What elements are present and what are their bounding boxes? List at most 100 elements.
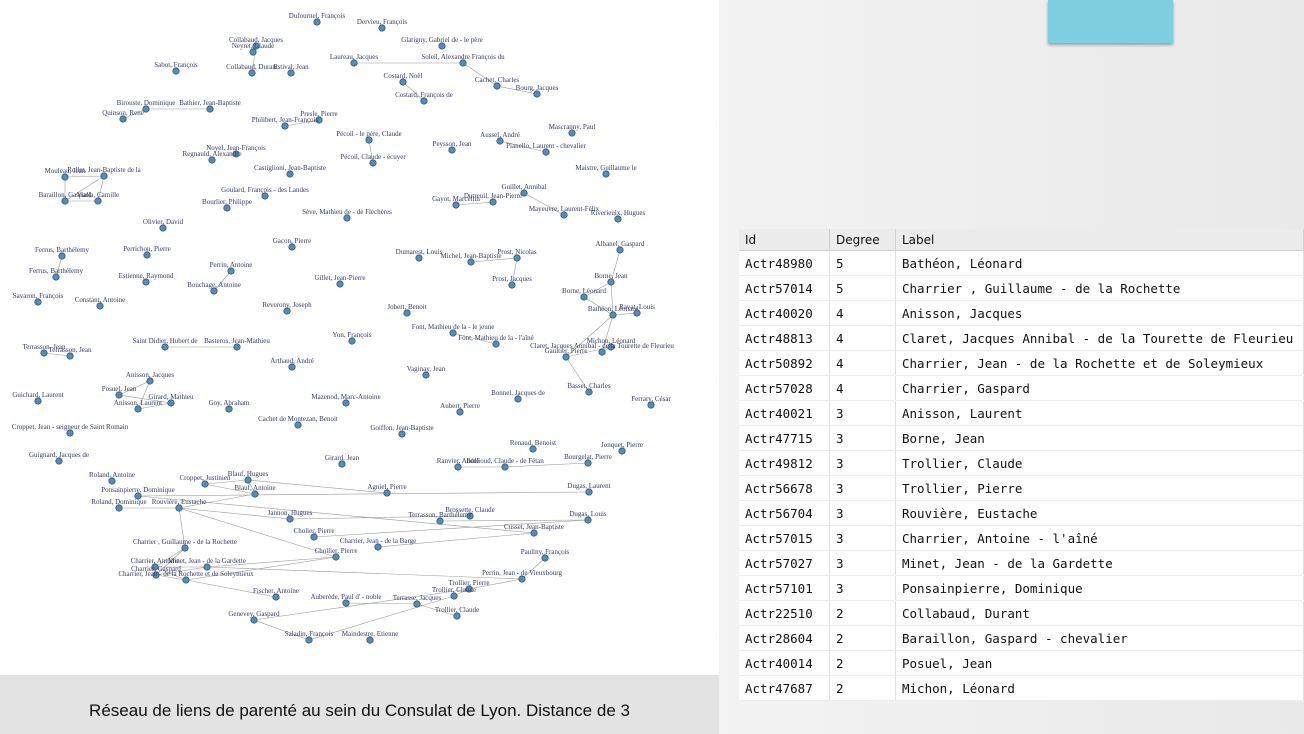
graph-node[interactable]: Glatigny, Gabriel de - le père [401, 36, 483, 50]
graph-node[interactable]: Bathier, Jean-Baptiste [179, 99, 241, 113]
graph-node[interactable]: Bouchage, Antoine [187, 281, 241, 295]
graph-node[interactable]: Roland, Dominique [91, 498, 147, 512]
graph-node[interactable]: Reverony, Joseph [262, 301, 312, 315]
table-row[interactable]: Actr56678 3 Trollier, Pierre [739, 475, 1304, 501]
graph-node[interactable]: Neyret, Claude [232, 42, 274, 56]
graph-node[interactable]: Soleil, Alexandre François du [421, 53, 505, 67]
column-header-degree[interactable]: Degree [829, 229, 896, 251]
graph-node[interactable]: Jannon, Hugues [268, 509, 313, 523]
graph-node[interactable]: Costard, François de [395, 91, 453, 105]
graph-node[interactable]: Cusset, Jean-Baptiste [504, 523, 564, 537]
graph-node[interactable]: Rollet, Jean-Baptiste de la [67, 166, 142, 180]
table-row[interactable]: Actr40021 3 Anisson, Laurent [739, 400, 1304, 426]
graph-node[interactable]: Quinson, Rene [102, 109, 144, 123]
table-row[interactable]: Actr50892 4 Charrier, Jean - de la Rochett… [739, 350, 1304, 376]
graph-node[interactable]: Trollier, Claude [435, 606, 479, 620]
graph-node[interactable]: Pécoil, Claude - écuyer [340, 153, 406, 167]
table-row[interactable]: Actr22510 2 Collabaud, Durant [739, 600, 1304, 626]
graph-node[interactable]: Philibert, Jean-François [252, 116, 319, 130]
graph-node[interactable]: Sabot, François [154, 61, 198, 75]
graph-node[interactable]: Yon, François [333, 331, 372, 345]
graph-node[interactable]: Croppet, Justinien [180, 474, 231, 488]
graph-node[interactable]: Arthaud, André [270, 357, 314, 371]
graph-node[interactable]: Terrasson, Jean [48, 346, 92, 360]
graph-node[interactable]: Ferrus, Barthélemy [29, 267, 84, 281]
graph-node[interactable]: Estival, Jean [273, 63, 309, 77]
graph-node[interactable]: Peysson, Jean [433, 140, 472, 154]
graph-node[interactable]: Mayeuvre, Laurent-Félix [529, 205, 600, 219]
graph-node[interactable]: Dugas, Louis [569, 510, 607, 524]
graph-node[interactable]: Mazenod, Marc-Antoine [311, 393, 381, 407]
graph-node[interactable]: Mascranny, Paul [549, 123, 596, 137]
table-row[interactable]: Actr47715 3 Borne, Jean [739, 425, 1304, 451]
graph-node[interactable]: Cholier, Pierre [294, 527, 335, 541]
graph-node[interactable]: Maistre, Guillaume le [575, 164, 637, 178]
graph-node[interactable]: Laureau, Jacques [330, 53, 378, 67]
table-row[interactable]: Actr48813 4 Claret, Jacques Annibal - de l… [739, 325, 1304, 351]
graph-node[interactable]: Pécoil - le père, Claude [336, 130, 402, 144]
graph-node[interactable]: Bollioud, Claude - de Fétan [466, 457, 544, 471]
graph-node[interactable]: Perrichon, Pierre [123, 245, 171, 259]
graph-node[interactable]: Gacon, Pierre [273, 237, 311, 251]
graph-node[interactable]: Sève, Mathieu de - de Fléchères [302, 208, 392, 222]
graph-node[interactable]: Pianello, Laurent - chevalier [506, 142, 587, 156]
graph-node[interactable]: Michel, Jean-Baptiste [440, 252, 502, 266]
graph-node[interactable]: Bourgelat, Pierre [564, 453, 612, 467]
graph-node[interactable]: Maindestre, Etienne [342, 630, 398, 644]
graph-node[interactable]: Fischer, Antoine [253, 587, 299, 601]
graph-node[interactable]: Pauliny, François [521, 548, 570, 562]
graph-node[interactable]: Jobert, Benoit [387, 303, 427, 317]
graph-node[interactable]: Anisson, Jacques [126, 371, 174, 385]
table-row[interactable]: Actr47687 2 Michon, Léonard [739, 675, 1304, 701]
graph-node[interactable]: Constant, Antoine [75, 296, 126, 310]
table-row[interactable]: Actr40014 2 Posuel, Jean [739, 650, 1304, 676]
graph-node[interactable]: Guignard, Jacques de [29, 451, 89, 465]
graph-node[interactable]: Auberède, Paul d' - noble [310, 593, 382, 607]
graph-node[interactable]: Vialla, Camille [77, 191, 119, 205]
graph-node[interactable]: Ferrary, César [631, 395, 671, 409]
graph-node[interactable]: Rouvière, Eustache [152, 498, 206, 512]
table-row[interactable]: Actr28604 2 Baraillon, Gaspard - chevalier [739, 625, 1304, 651]
graph-node[interactable]: Cachet de Montezan, Benoit [258, 415, 338, 429]
graph-node[interactable]: Gillet, Jean-Pierre [315, 274, 366, 288]
graph-node[interactable]: Cachet, Charles [475, 76, 520, 90]
table-row[interactable]: Actr48980 5 Bathéon, Léonard [739, 250, 1304, 276]
table-row[interactable]: Actr40020 4 Anisson, Jacques [739, 300, 1304, 326]
graph-node[interactable]: Saint Didier, Hubert de [132, 337, 198, 351]
graph-node[interactable]: Agniel, Pierre [367, 483, 407, 497]
table-row[interactable]: Actr56704 3 Rouvière, Eustache [739, 500, 1304, 526]
graph-node[interactable]: Olivier, David [143, 218, 184, 232]
graph-node[interactable]: Dutreuil, Jean-Pierre [464, 192, 522, 206]
graph-node[interactable]: Borne, Jean [594, 272, 628, 286]
graph-node[interactable]: Perrin, Antoine [210, 261, 253, 275]
graph-node[interactable]: Riverieulx, Hugues [591, 209, 646, 223]
graph-node[interactable]: Regnauld, Alexandre [182, 150, 242, 164]
table-row[interactable]: Actr57027 3 Minet, Jean - de la Gardette [739, 550, 1304, 576]
table-row[interactable]: Actr57014 5 Charrier , Guillaume - de la R… [739, 275, 1304, 301]
graph-node[interactable]: Croppet, Jean - seigneur de Saint Romain [12, 423, 129, 437]
graph-node[interactable]: Goiffon, Jean-Baptiste [370, 424, 434, 438]
graph-node[interactable]: Bonnel, Jacques de [491, 389, 545, 403]
graph-node[interactable]: Anisson, Laurent [114, 399, 162, 413]
graph-node[interactable]: Genevey, Gaspard [228, 610, 280, 624]
graph-node[interactable]: Renaud, Benoist [510, 439, 556, 453]
graph-node[interactable]: Savaron, François [13, 292, 64, 306]
table-row[interactable]: Actr57028 4 Charrier, Gaspard [739, 375, 1304, 401]
graph-node[interactable]: Aubert, Pierre [440, 402, 480, 416]
graph-node[interactable]: Dervieu, François [357, 18, 407, 32]
graph-node[interactable]: Goy, Abraham [209, 399, 250, 413]
graph-node[interactable]: Charrier, Jean - de la Rochette et de So… [118, 570, 254, 584]
graph-node[interactable]: Dumarest, Louis [396, 248, 443, 262]
graph-node[interactable]: Perrin, Jean - de Vieuxbourg [482, 569, 562, 583]
graph-node[interactable]: Font, Mathieu de la - l'aîné [458, 334, 534, 348]
graph-node[interactable]: Guichard, Laurent [12, 391, 64, 405]
table-row[interactable]: Actr49812 3 Trollier, Claude [739, 450, 1304, 476]
graph-node[interactable]: Basset, Charles [567, 382, 611, 396]
graph-node[interactable]: Vaginay, Jean [407, 365, 446, 379]
graph-node[interactable]: Borne, Léonard [562, 287, 606, 301]
graph-node[interactable]: Collabaud, Durant [226, 63, 278, 77]
graph-node[interactable]: Saladin, François [285, 630, 334, 644]
graph-node[interactable]: Girard, Jean [325, 454, 360, 468]
graph-node[interactable]: Prost, Jacques [492, 275, 532, 289]
graph-node[interactable]: Posuel, Jean [102, 385, 137, 399]
